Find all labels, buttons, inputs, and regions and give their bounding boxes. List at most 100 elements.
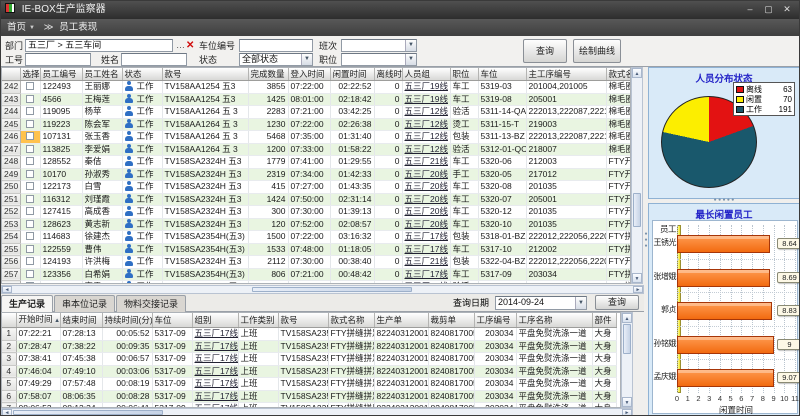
scroll-up-icon[interactable]: ▲: [622, 313, 632, 323]
vscroll-thumb[interactable]: [623, 324, 631, 354]
column-header[interactable]: 工作类别: [238, 313, 278, 328]
employee-row[interactable]: 258115621宋霞工作TV158SA2354H(五3)40007:26:00…: [2, 281, 631, 285]
main-grid-hscrollbar[interactable]: ◄ ►: [1, 285, 644, 294]
row-checkbox[interactable]: [26, 120, 34, 128]
status-select[interactable]: 全部状态▼: [239, 53, 313, 66]
column-header[interactable]: 结束时间: [60, 313, 102, 328]
employee-row[interactable]: 257123356白希娟工作TV158SA2354H(五3)80607:21:0…: [2, 268, 631, 281]
column-header[interactable]: 车位: [478, 68, 526, 81]
tab-串本位记录[interactable]: 串本位记录: [54, 295, 115, 312]
employee-row[interactable]: 255122559曹伟工作TV158SA2354H(五3)153307:48:0…: [2, 243, 631, 256]
query-date-select[interactable]: 2014-09-24▼: [495, 296, 587, 310]
employee-row[interactable]: 242122493王丽娜工作TV158AA1254 五3385507:22:00…: [2, 81, 631, 94]
search-button[interactable]: 查询: [523, 39, 567, 63]
column-header[interactable]: 人员组: [402, 68, 450, 81]
row-checkbox[interactable]: [26, 132, 34, 140]
column-header[interactable]: 车位: [152, 313, 192, 328]
employee-row[interactable]: 250122173白雪工作TV158SA2324H 五341507:27:000…: [2, 181, 631, 194]
date-query-button[interactable]: 查询: [595, 295, 639, 310]
draw-curve-button[interactable]: 绘制曲线: [573, 39, 621, 63]
emp-no-input[interactable]: [25, 53, 91, 66]
column-header[interactable]: 工序名称: [516, 313, 592, 328]
column-header[interactable]: 款号: [278, 313, 328, 328]
bottom-grid-vscrollbar[interactable]: ▲ ▼: [621, 312, 633, 408]
column-header[interactable]: 生产单: [374, 313, 428, 328]
row-checkbox[interactable]: [26, 145, 34, 153]
employee-row[interactable]: 247113825李爱娟工作TV158AA1264 五 3120007:33:0…: [2, 143, 631, 156]
menu-home[interactable]: 首页: [7, 22, 26, 33]
scroll-left-icon[interactable]: ◄: [2, 286, 12, 293]
column-header[interactable]: 持续时间(分): [102, 313, 152, 328]
employee-row[interactable]: 254114683徐建杰工作TV158SA2354H(五3)150007:22:…: [2, 231, 631, 244]
row-checkbox[interactable]: [26, 195, 34, 203]
row-checkbox[interactable]: [26, 245, 34, 253]
column-header[interactable]: 主工序编号: [526, 68, 606, 81]
position-select[interactable]: ▼: [341, 53, 417, 66]
employee-row[interactable]: 244119095杨苹工作TV158AA1264 五 3228307:21:00…: [2, 106, 631, 119]
hscroll-thumb[interactable]: [252, 287, 412, 292]
row-checkbox[interactable]: [26, 107, 34, 115]
record-row[interactable]: 107:22:2107:28:1300:05:525317-09五三厂17线上班…: [2, 328, 616, 341]
employee-row[interactable]: 251116312刘瑾霞工作TV158SA2324H 五3142407:50:0…: [2, 193, 631, 206]
row-checkbox[interactable]: [26, 257, 34, 265]
row-checkbox[interactable]: [26, 170, 34, 178]
column-header[interactable]: 完成数量: [248, 68, 288, 81]
chevron-down-icon[interactable]: ▼: [405, 54, 416, 65]
minimize-button[interactable]: –: [742, 1, 758, 18]
scroll-left-icon[interactable]: ◄: [2, 409, 12, 416]
column-header[interactable]: 组别: [192, 313, 238, 328]
row-checkbox[interactable]: [26, 207, 34, 215]
row-checkbox[interactable]: [26, 282, 34, 284]
row-checkbox[interactable]: [26, 220, 34, 228]
column-header[interactable]: 闲置时间: [330, 68, 374, 81]
main-grid-vscrollbar[interactable]: ▲ ▼: [631, 67, 643, 284]
maximize-button[interactable]: ▢: [760, 1, 776, 18]
scroll-down-icon[interactable]: ▼: [622, 397, 632, 407]
employee-row[interactable]: 252127415高成香工作TV158SA2324H 五330007:30:00…: [2, 206, 631, 219]
chevron-down-icon[interactable]: ▼: [575, 297, 586, 309]
column-header[interactable]: 裁剪单: [428, 313, 474, 328]
tab-生产记录[interactable]: 生产记录: [1, 295, 53, 312]
row-checkbox[interactable]: [26, 182, 34, 190]
employee-row[interactable]: 248128552秦佶工作TV158SA2324H 五3177907:41:00…: [2, 156, 631, 169]
employee-row[interactable]: 245119223陈会军工作TV158AA1264 五 3123007:22:0…: [2, 118, 631, 131]
column-header[interactable]: 部件: [592, 313, 616, 328]
column-header[interactable]: 款式名称: [606, 68, 631, 81]
column-header[interactable]: 选择: [20, 68, 40, 81]
record-row[interactable]: 207:28:4707:38:2200:09:355317-09五三厂17线上班…: [2, 340, 616, 353]
name-input[interactable]: [121, 53, 187, 66]
dept-more-button[interactable]: …: [176, 39, 185, 52]
hscroll-thumb[interactable]: [13, 410, 163, 415]
column-header[interactable]: 职位: [450, 68, 478, 81]
chevron-down-icon[interactable]: ▼: [301, 54, 312, 65]
shift-select[interactable]: ▼: [341, 39, 417, 52]
close-button[interactable]: ✕: [779, 1, 795, 18]
column-header[interactable]: 离线时长: [374, 68, 402, 81]
tab-物料交接记录[interactable]: 物料交接记录: [116, 295, 186, 312]
row-checkbox[interactable]: [26, 82, 34, 90]
employee-row[interactable]: 24910170孙淑秀工作TV158SA2324H 五3231907:34:00…: [2, 168, 631, 181]
record-row[interactable]: 507:49:2907:57:4800:08:195317-09五三厂17线上班…: [2, 378, 616, 391]
column-header[interactable]: 员工姓名: [82, 68, 122, 81]
row-checkbox[interactable]: [26, 95, 34, 103]
column-header[interactable]: 开始时间 ▲: [16, 313, 60, 328]
column-header[interactable]: 状态: [122, 68, 162, 81]
row-checkbox[interactable]: [26, 157, 34, 165]
dept-field[interactable]: 五三厂 > 五三车间: [25, 39, 173, 52]
station-no-input[interactable]: [239, 39, 313, 52]
row-checkbox[interactable]: [26, 232, 34, 240]
bottom-grid-hscrollbar[interactable]: ◄ ►: [1, 408, 633, 416]
dept-clear-icon[interactable]: ✕: [186, 39, 194, 52]
scroll-right-icon[interactable]: ►: [633, 286, 643, 293]
scroll-right-icon[interactable]: ►: [622, 409, 632, 416]
employee-row[interactable]: 253128623黄志新工作TV158SA2324H 五312007:52:00…: [2, 218, 631, 231]
record-row[interactable]: 607:58:0708:06:3500:08:285317-09五三厂17线上班…: [2, 390, 616, 403]
column-header[interactable]: 款式名称: [328, 313, 374, 328]
record-row[interactable]: 407:46:0407:49:1000:03:065317-09五三厂17线上班…: [2, 365, 616, 378]
chevron-down-icon[interactable]: ▼: [405, 40, 416, 51]
scroll-up-icon[interactable]: ▲: [632, 68, 642, 78]
row-checkbox[interactable]: [26, 270, 34, 278]
column-header[interactable]: 工序编号: [474, 313, 516, 328]
scroll-down-icon[interactable]: ▼: [632, 273, 642, 283]
employee-row[interactable]: 246107131张玉香工作TV158AA1264 五 3546807:35:0…: [2, 131, 631, 144]
